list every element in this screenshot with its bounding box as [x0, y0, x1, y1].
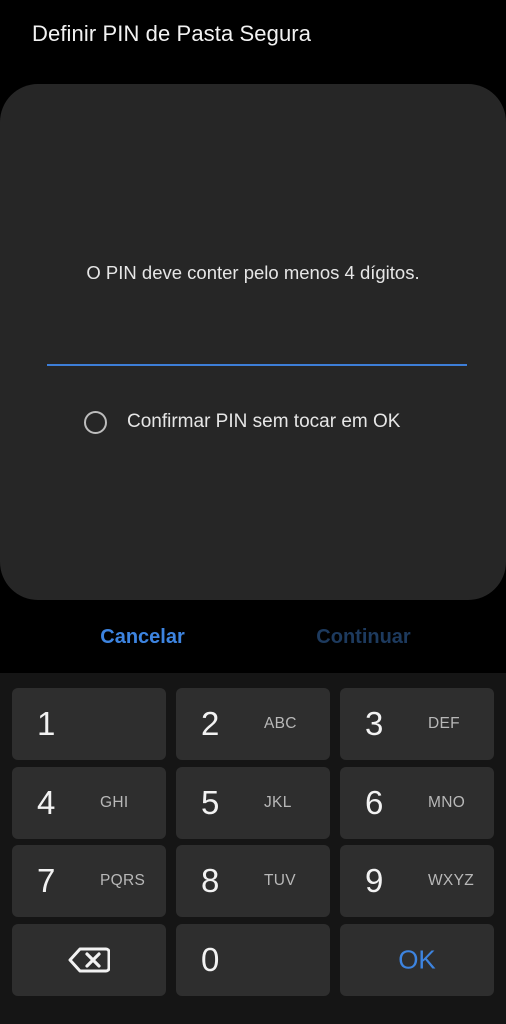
key-letters: WXYZ — [428, 872, 474, 889]
key-8[interactable]: 8 TUV — [176, 845, 330, 917]
backspace-icon — [68, 947, 110, 973]
key-digit: 2 — [201, 705, 220, 742]
confirm-without-ok-option[interactable]: Confirmar PIN sem tocar em OK — [84, 407, 400, 437]
pin-input[interactable] — [47, 324, 467, 366]
key-letters: GHI — [100, 794, 129, 811]
key-digit: 3 — [365, 705, 384, 742]
key-0[interactable]: 0 — [176, 924, 330, 996]
key-4[interactable]: 4 GHI — [12, 767, 166, 839]
key-letters: MNO — [428, 794, 466, 811]
pin-hint: O PIN deve conter pelo menos 4 dígitos. — [86, 262, 420, 283]
key-letters: ABC — [264, 715, 297, 732]
key-digit: 1 — [37, 705, 56, 742]
key-digit: 7 — [37, 862, 56, 899]
screen: Definir PIN de Pasta Segura O PIN deve c… — [0, 0, 506, 1024]
ok-key[interactable]: OK — [340, 924, 494, 996]
pin-dialog: O PIN deve conter pelo menos 4 dígitos. … — [0, 84, 506, 600]
key-letters: TUV — [264, 872, 296, 889]
backspace-key[interactable] — [12, 924, 166, 996]
key-9[interactable]: 9 WXYZ — [340, 845, 494, 917]
key-letters: JKL — [264, 794, 292, 811]
key-letters: DEF — [428, 715, 460, 732]
key-letters: PQRS — [100, 872, 146, 889]
key-7[interactable]: 7 PQRS — [12, 845, 166, 917]
dialog-actions: Cancelar Continuar — [0, 602, 506, 672]
cancel-button[interactable]: Cancelar — [15, 602, 270, 672]
key-digit: 6 — [365, 784, 384, 821]
key-6[interactable]: 6 MNO — [340, 767, 494, 839]
key-digit: 8 — [201, 862, 220, 899]
key-5[interactable]: 5 JKL — [176, 767, 330, 839]
radio-button[interactable] — [84, 410, 107, 434]
key-digit: 0 — [201, 941, 220, 978]
top-bar: Definir PIN de Pasta Segura — [0, 0, 506, 78]
key-digit: 5 — [201, 784, 220, 821]
key-2[interactable]: 2 ABC — [176, 688, 330, 760]
key-digit: 4 — [37, 784, 56, 821]
confirm-option-label: Confirmar PIN sem tocar em OK — [127, 411, 401, 432]
key-3[interactable]: 3 DEF — [340, 688, 494, 760]
key-1[interactable]: 1 — [12, 688, 166, 760]
continue-button[interactable]: Continuar — [237, 602, 490, 672]
ok-label: OK — [398, 944, 436, 975]
numeric-keypad: 1 2 ABC 3 DEF 4 GHI 5 JKL 6 MNO 7 PQRS 8… — [0, 673, 506, 1024]
page-title: Definir PIN de Pasta Segura — [32, 21, 312, 46]
key-digit: 9 — [365, 862, 384, 899]
